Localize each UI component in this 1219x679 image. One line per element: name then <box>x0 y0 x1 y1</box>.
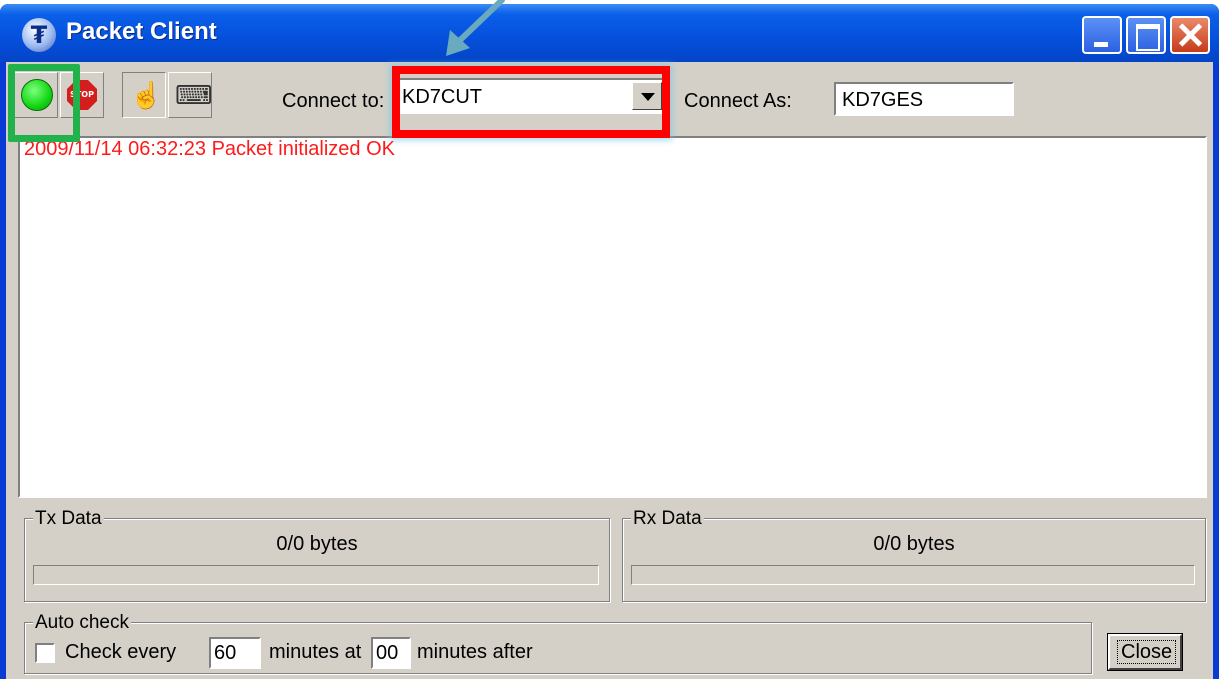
connect-as-input[interactable]: KD7GES <box>834 82 1014 116</box>
close-button[interactable]: Close <box>1108 634 1182 670</box>
connect-to-highlight-box <box>392 66 670 138</box>
rx-bytes: 0/0 bytes <box>873 533 955 555</box>
rx-data-group: Rx Data 0/0 bytes <box>622 508 1206 602</box>
keyboard-mode-button[interactable]: ⌨ <box>168 72 213 118</box>
connect-as-label: Connect As: <box>684 90 792 112</box>
close-button-label: Close <box>1117 640 1177 664</box>
window-title: Packet Client <box>66 18 217 45</box>
tx-data-group: Tx Data 0/0 bytes <box>24 508 610 602</box>
check-every-input[interactable]: 60 <box>209 637 261 669</box>
tx-bytes: 0/0 bytes <box>276 533 358 555</box>
client-area: STOP ☝ ⌨ Connect to: KD7CUT Connect As: … <box>6 62 1213 679</box>
minutes-after-value: 00 <box>376 642 399 664</box>
annotation-arrow-icon <box>446 0 505 56</box>
connect-as-value: KD7GES <box>842 89 924 111</box>
tx-progress-bar <box>33 565 599 585</box>
log-area[interactable]: 2009/11/14 06:32:23 Packet initialized O… <box>18 136 1207 498</box>
minimize-button[interactable] <box>1082 16 1122 54</box>
pointer-mode-button[interactable]: ☝ <box>122 72 166 118</box>
keyboard-icon: ⌨ <box>175 80 213 110</box>
check-every-label: Check every <box>65 641 177 663</box>
rx-data-title: Rx Data <box>631 508 704 530</box>
title-bar[interactable]: ₮ Packet Client <box>0 4 1219 62</box>
minutes-after-label: minutes after <box>417 641 533 663</box>
app-icon: ₮ <box>22 18 56 52</box>
minutes-after-input[interactable]: 00 <box>371 637 411 669</box>
check-every-value: 60 <box>214 642 237 664</box>
auto-check-group: Auto check Check every 60 minutes at 00 … <box>24 612 1092 674</box>
close-window-button[interactable] <box>1170 16 1210 54</box>
connect-to-label: Connect to: <box>282 90 385 112</box>
tx-data-title: Tx Data <box>33 508 104 530</box>
hand-pointer-icon: ☝ <box>130 80 163 110</box>
rx-progress-bar <box>631 565 1195 585</box>
auto-check-title: Auto check <box>33 612 131 634</box>
maximize-button[interactable] <box>1126 16 1166 54</box>
minutes-at-label: minutes at <box>269 641 362 663</box>
connect-highlight-box <box>8 64 80 142</box>
auto-check-checkbox[interactable] <box>35 643 55 663</box>
log-line: 2009/11/14 06:32:23 Packet initialized O… <box>24 138 395 160</box>
